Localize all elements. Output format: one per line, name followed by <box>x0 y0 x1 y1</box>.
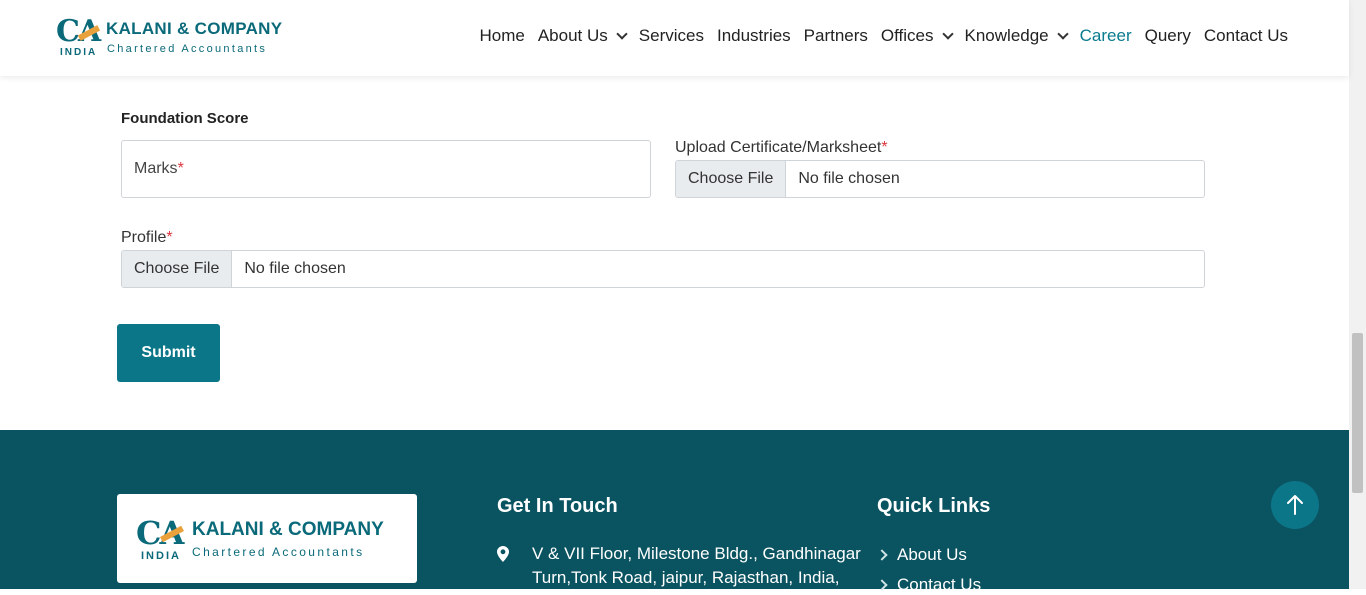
site-header: CA INDIA KALANI & COMPANY Chartered Acco… <box>0 0 1349 76</box>
nav-label: Partners <box>803 26 868 45</box>
profile-label: Profile* <box>121 229 173 247</box>
chevron-down-icon <box>941 28 954 40</box>
nav-label: Services <box>638 26 704 45</box>
nav-label: Industries <box>716 26 791 45</box>
quick-links-heading: Quick Links <box>877 495 991 517</box>
logo-country: INDIA <box>60 47 98 58</box>
office-address: V & VII Floor, Milestone Bldg., Gandhina… <box>532 544 861 587</box>
nav-label: Knowledge <box>964 26 1049 45</box>
footer-logo[interactable]: CA INDIA KALANI & COMPANY Chartered Acco… <box>117 494 417 583</box>
submit-button[interactable]: Submit <box>117 324 220 382</box>
marks-input[interactable]: Marks * <box>121 140 651 198</box>
file-status: No file chosen <box>798 170 900 187</box>
nav-about-us[interactable]: About Us <box>537 26 628 46</box>
site-footer: CA INDIA KALANI & COMPANY Chartered Acco… <box>0 430 1349 594</box>
chevron-right-icon <box>876 549 888 561</box>
link-label: Contact Us <box>897 575 982 594</box>
file-status: No file chosen <box>244 260 346 277</box>
link-label: About Us <box>897 545 967 564</box>
label-text: Upload Certificate/Marksheet <box>675 139 882 156</box>
nav-label: Offices <box>880 26 934 45</box>
footer-link-contact-us[interactable]: Contact Us <box>876 575 982 595</box>
label-text: Profile <box>121 229 167 246</box>
career-form: Foundation Score Marks * Upload Certifica… <box>0 76 1349 430</box>
logo-company-name: KALANI & COMPANY <box>192 519 384 540</box>
logo-tagline: Chartered Accountants <box>107 43 268 55</box>
nav-contact-us[interactable]: Contact Us <box>1204 26 1288 46</box>
nav-label: Query <box>1144 26 1191 45</box>
nav-home[interactable]: Home <box>479 26 524 46</box>
scroll-to-top-button[interactable] <box>1271 481 1319 529</box>
choose-file-button[interactable]: Choose File <box>676 161 787 197</box>
arrow-up-icon <box>1287 495 1303 515</box>
map-pin-icon <box>497 546 509 562</box>
nav-partners[interactable]: Partners <box>804 26 868 46</box>
logo-company-name: KALANI & COMPANY <box>106 19 283 38</box>
certificate-file-input[interactable]: Choose File No file chosen <box>675 160 1205 198</box>
nav-offices[interactable]: Offices <box>880 26 954 46</box>
upload-certificate-label: Upload Certificate/Marksheet* <box>675 139 888 157</box>
required-marker: * <box>881 139 888 156</box>
logo-country: INDIA <box>141 550 181 562</box>
chevron-down-icon <box>1056 28 1069 40</box>
get-in-touch-heading: Get In Touch <box>497 495 618 517</box>
logo-tagline: Chartered Accountants <box>192 545 365 559</box>
marks-placeholder: Marks <box>134 160 178 177</box>
nav-career[interactable]: Career <box>1080 26 1132 46</box>
nav-query[interactable]: Query <box>1145 26 1191 46</box>
nav-label: Home <box>479 26 525 45</box>
nav-label: Career <box>1079 26 1132 45</box>
section-title: Foundation Score <box>121 110 249 127</box>
profile-file-input[interactable]: Choose File No file chosen <box>121 250 1205 288</box>
required-marker: * <box>177 160 184 177</box>
page-scrollbar[interactable] <box>1349 0 1366 589</box>
main-nav: Home About Us Services Industries Partne… <box>479 26 1288 46</box>
company-logo[interactable]: CA INDIA KALANI & COMPANY Chartered Acco… <box>56 16 296 60</box>
scrollbar-thumb[interactable] <box>1352 333 1363 493</box>
nav-label: Contact Us <box>1203 26 1288 45</box>
nav-label: About Us <box>537 26 608 45</box>
chevron-down-icon <box>616 28 628 40</box>
nav-services[interactable]: Services <box>639 26 704 46</box>
required-marker: * <box>166 229 173 246</box>
choose-file-button[interactable]: Choose File <box>122 251 233 287</box>
footer-link-about-us[interactable]: About Us <box>876 545 967 565</box>
nav-knowledge[interactable]: Knowledge <box>964 26 1069 46</box>
nav-industries[interactable]: Industries <box>717 26 791 46</box>
